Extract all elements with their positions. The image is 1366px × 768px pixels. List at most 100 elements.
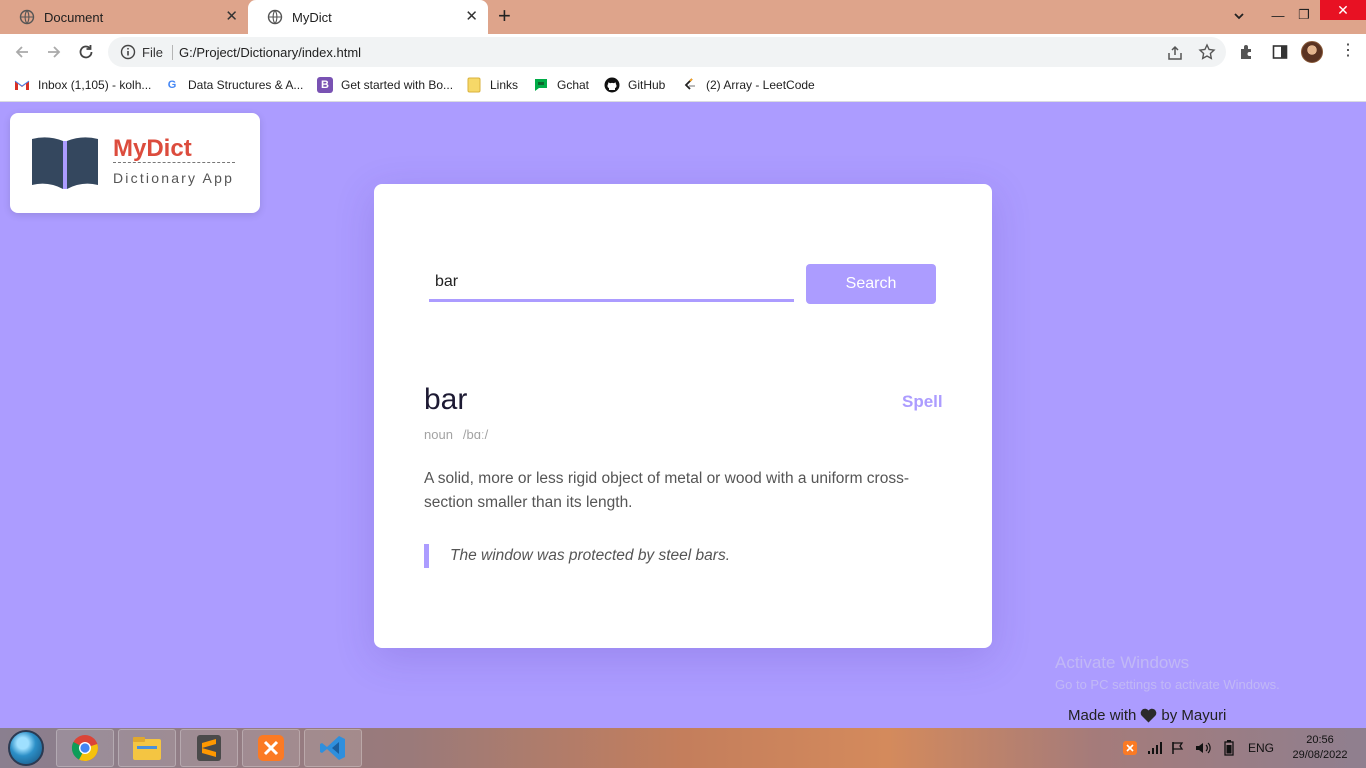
minimize-button[interactable]: —: [1266, 0, 1290, 30]
share-icon[interactable]: [1166, 44, 1184, 62]
vscode-icon: [320, 736, 345, 760]
close-window-button[interactable]: ✕: [1320, 0, 1366, 20]
bookmark-label: GitHub: [628, 78, 666, 92]
bookmarks-bar: Inbox (1,105) - kolh... G Data Structure…: [0, 70, 1366, 102]
browser-tab-strip: Document ✕ MyDict ✕ + — ❐ ✕: [0, 0, 1366, 34]
tray-flag-icon[interactable]: [1171, 740, 1185, 756]
taskbar-app-xampp[interactable]: [242, 729, 300, 767]
bootstrap-icon: B: [317, 77, 333, 93]
bookmark-item[interactable]: B Get started with Bo...: [317, 77, 453, 93]
system-clock[interactable]: 20:56 29/08/2022: [1285, 733, 1355, 763]
tray-volume-icon[interactable]: [1195, 740, 1211, 756]
sublime-text-icon: [197, 735, 221, 761]
taskbar-app-file-explorer[interactable]: [118, 729, 176, 767]
tray-language[interactable]: ENG: [1248, 740, 1274, 756]
open-book-icon: [32, 137, 98, 189]
taskbar-app-sublime[interactable]: [180, 729, 238, 767]
divider: [172, 45, 173, 60]
profile-avatar[interactable]: [1301, 41, 1323, 63]
new-tab-button[interactable]: +: [498, 5, 511, 27]
signal-icon: [1148, 742, 1162, 754]
app-title: MyDict: [113, 135, 192, 162]
side-panel-icon[interactable]: [1271, 43, 1289, 61]
watermark-subtitle: Go to PC settings to activate Windows.: [1055, 677, 1280, 692]
bookmark-label: Inbox (1,105) - kolh...: [38, 78, 152, 92]
clock-date: 29/08/2022: [1292, 749, 1348, 761]
bookmark-label: Links: [490, 78, 519, 92]
footer-suffix: by Mayuri: [1161, 707, 1227, 724]
chevron-down-icon[interactable]: [1232, 9, 1246, 23]
security-label: File: [142, 45, 163, 60]
bookmark-item[interactable]: GitHub: [604, 77, 665, 93]
tray-battery-icon[interactable]: [1224, 740, 1234, 756]
file-explorer-icon: [133, 737, 161, 760]
leetcode-icon: [682, 77, 698, 93]
word-details: noun/bɑː/: [424, 427, 488, 442]
bookmark-item[interactable]: (2) Array - LeetCode: [682, 77, 815, 93]
folder-icon: [466, 77, 482, 93]
arrow-right-icon: [48, 46, 61, 58]
restore-button[interactable]: ❐: [1292, 0, 1316, 30]
arrow-left-icon: [15, 46, 28, 58]
forward-button[interactable]: [44, 42, 64, 62]
bookmark-label: Get started with Bo...: [341, 78, 454, 92]
close-tab-icon[interactable]: ✕: [465, 9, 478, 25]
browser-toolbar: File G:/Project/Dictionary/index.html ⋮: [0, 34, 1366, 70]
chat-icon: [533, 77, 549, 93]
battery-icon: [1224, 740, 1234, 756]
address-bar[interactable]: File G:/Project/Dictionary/index.html: [108, 37, 1226, 67]
close-tab-icon[interactable]: ✕: [225, 9, 238, 25]
gmail-icon: [14, 77, 30, 93]
divider: [113, 162, 235, 163]
more-menu-icon[interactable]: ⋮: [1340, 42, 1356, 60]
watermark-title: Activate Windows: [1055, 653, 1190, 672]
action-center-flag-icon: [1172, 742, 1184, 754]
tray-signal-icon[interactable]: [1147, 740, 1163, 756]
bookmark-item[interactable]: Links: [466, 77, 518, 93]
tab-title: MyDict: [292, 9, 332, 25]
search-input[interactable]: [429, 264, 794, 302]
globe-icon: [267, 9, 283, 25]
bookmark-label: (2) Array - LeetCode: [706, 78, 815, 92]
bookmark-label: Gchat: [557, 78, 590, 92]
heart-icon: [1140, 708, 1157, 723]
url-text[interactable]: G:/Project/Dictionary/index.html: [179, 45, 361, 60]
xampp-icon: [258, 735, 284, 761]
clock-time: 20:56: [1306, 734, 1334, 746]
reload-icon: [79, 45, 93, 59]
activate-windows-watermark: Activate Windows Go to PC settings to ac…: [1055, 653, 1280, 692]
bookmark-item[interactable]: G Data Structures & A...: [164, 77, 304, 93]
extensions-puzzle-icon[interactable]: [1238, 43, 1256, 61]
footer-credit: Made with by Mayuri: [1068, 707, 1226, 724]
app-subtitle: Dictionary App: [113, 170, 235, 186]
google-icon: G: [167, 79, 177, 91]
github-icon: [604, 77, 620, 93]
tab-mydict[interactable]: MyDict ✕: [248, 0, 488, 34]
reload-button[interactable]: [76, 42, 96, 62]
bookmark-label: Data Structures & A...: [188, 78, 304, 92]
tab-title: Document: [44, 9, 104, 25]
globe-icon: [19, 9, 35, 25]
footer-prefix: Made with: [1068, 707, 1137, 724]
dictionary-card: Search bar Spell noun/bɑː/ A solid, more…: [374, 184, 992, 648]
taskbar-app-vscode[interactable]: [304, 729, 362, 767]
xampp-icon: [1123, 741, 1137, 755]
tray-xampp-icon[interactable]: [1123, 740, 1137, 756]
back-button[interactable]: [12, 42, 32, 62]
app-logo-card: MyDict Dictionary App: [10, 113, 260, 213]
word-example: The window was protected by steel bars.: [424, 544, 934, 568]
start-button[interactable]: [8, 730, 44, 766]
search-button[interactable]: Search: [806, 264, 936, 304]
info-icon[interactable]: [120, 44, 136, 60]
taskbar-app-chrome[interactable]: [56, 729, 114, 767]
windows-taskbar: ENG 20:56 29/08/2022: [0, 728, 1366, 768]
bookmark-star-icon[interactable]: [1198, 43, 1216, 61]
bookmark-item[interactable]: Inbox (1,105) - kolh...: [14, 77, 151, 93]
word-meaning: A solid, more or less rigid object of me…: [424, 470, 909, 511]
volume-icon: [1196, 742, 1211, 754]
part-of-speech: noun: [424, 427, 453, 442]
bookmark-item[interactable]: Gchat: [533, 77, 589, 93]
chrome-icon: [71, 735, 98, 762]
spell-button[interactable]: Spell: [902, 392, 943, 412]
tab-document[interactable]: Document ✕: [0, 0, 248, 34]
